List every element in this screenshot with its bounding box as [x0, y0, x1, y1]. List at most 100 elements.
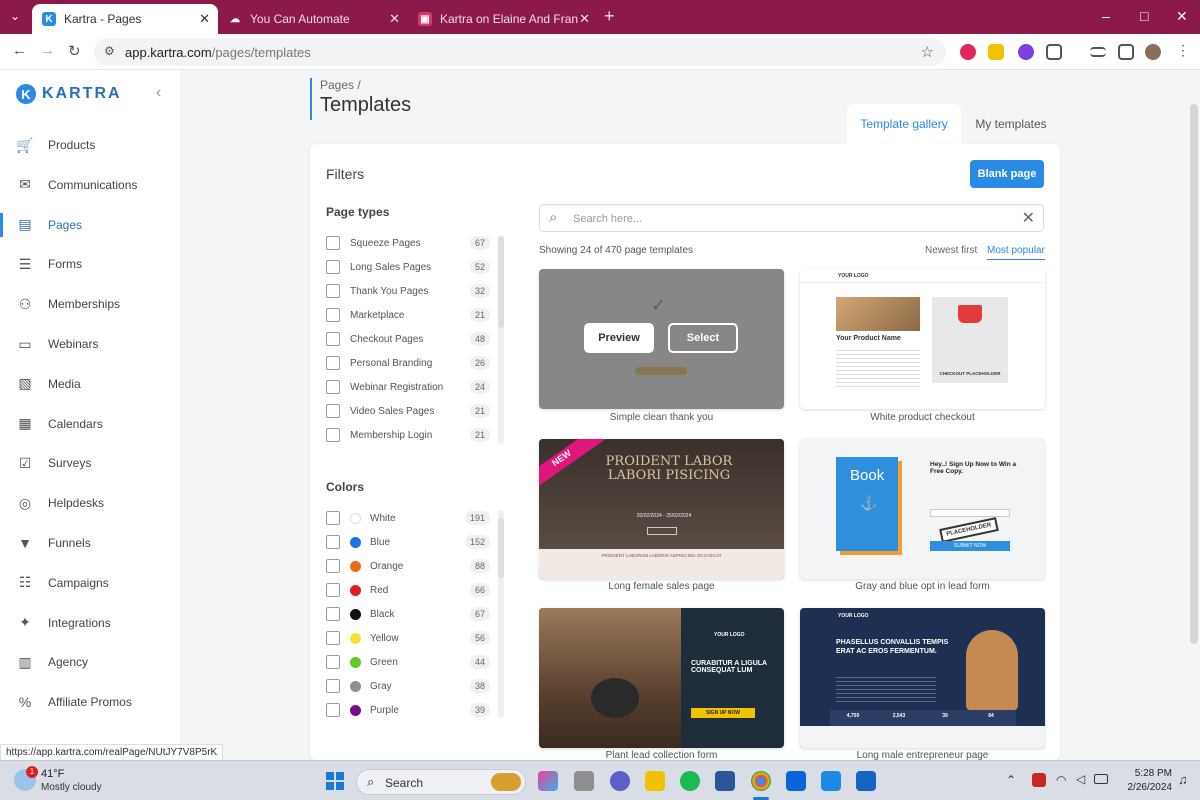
- clear-search-icon[interactable]: ✕: [1022, 208, 1035, 228]
- template-card-simple-clean-thank-you[interactable]: ✓ Preview Select: [539, 269, 784, 409]
- windows-start-icon[interactable]: [326, 772, 344, 790]
- page-types-scrollbar[interactable]: [498, 236, 504, 444]
- chrome-icon[interactable]: [751, 771, 771, 791]
- filter-color[interactable]: Purple 39: [326, 701, 490, 719]
- media-controls-icon[interactable]: [1090, 47, 1106, 57]
- calculator-icon[interactable]: [821, 771, 841, 791]
- filter-checkbox[interactable]: [326, 535, 340, 549]
- extensions-puzzle-icon[interactable]: [1046, 44, 1062, 60]
- filter-checkbox[interactable]: [326, 284, 340, 298]
- filter-checkbox[interactable]: [326, 631, 340, 645]
- sidebar-item-media[interactable]: ▧ Media: [0, 370, 180, 398]
- security-tray-icon[interactable]: [1032, 773, 1046, 787]
- filter-checkbox[interactable]: [326, 703, 340, 717]
- taskbar-search-box[interactable]: ⌕ Search: [356, 769, 526, 795]
- filter-page-type[interactable]: Thank You Pages 32: [326, 282, 490, 300]
- filter-color[interactable]: Blue 152: [326, 533, 490, 551]
- filter-checkbox[interactable]: [326, 404, 340, 418]
- show-hidden-icons-icon[interactable]: ⌃: [1006, 773, 1016, 787]
- filter-checkbox[interactable]: [326, 236, 340, 250]
- tab-list-dropdown-icon[interactable]: ⌄: [10, 9, 20, 23]
- template-search-input[interactable]: ⌕ Search here... ✕: [539, 204, 1044, 232]
- filter-checkbox[interactable]: [326, 308, 340, 322]
- weather-description[interactable]: Mostly cloudy: [41, 782, 102, 793]
- tab-trello[interactable]: ▣ Kartra on Elaine And Fran | Trell ✕: [408, 4, 598, 34]
- sidebar-item-pages[interactable]: ▤ Pages: [0, 211, 180, 239]
- filter-color[interactable]: Black 67: [326, 605, 490, 623]
- filter-page-type[interactable]: Squeeze Pages 67: [326, 234, 490, 252]
- tab-template-gallery[interactable]: Template gallery: [847, 104, 961, 144]
- blank-page-button[interactable]: Blank page: [970, 160, 1044, 188]
- sidebar-item-forms[interactable]: ☰ Forms: [0, 250, 180, 278]
- teams-meet-icon[interactable]: [610, 771, 630, 791]
- tab-my-templates[interactable]: My templates: [961, 104, 1061, 144]
- weather-temp[interactable]: 41°F: [41, 768, 64, 780]
- filter-page-type[interactable]: Membership Login 21: [326, 426, 490, 444]
- template-card-long-female-sales-page[interactable]: NEW PROIDENT LABOR LABORI PISICING 20/02…: [539, 439, 784, 579]
- page-scrollbar-thumb[interactable]: [1190, 104, 1198, 644]
- filter-checkbox[interactable]: [326, 380, 340, 394]
- tab-you-can-automate[interactable]: ☁ You Can Automate ✕: [218, 4, 408, 34]
- sort-most-popular[interactable]: Most popular: [987, 245, 1045, 260]
- sidebar-item-campaigns[interactable]: ☷ Campaigns: [0, 569, 180, 597]
- battery-icon[interactable]: [1094, 774, 1108, 784]
- new-tab-icon[interactable]: +: [604, 6, 615, 27]
- wifi-icon[interactable]: ◠: [1056, 773, 1066, 787]
- close-tab-icon[interactable]: ✕: [199, 11, 210, 27]
- extension-badge-icon[interactable]: [1018, 44, 1034, 60]
- filter-color[interactable]: White 191: [326, 509, 490, 527]
- filter-color[interactable]: Orange 88: [326, 557, 490, 575]
- sidebar-item-helpdesks[interactable]: ◎ Helpdesks: [0, 489, 180, 517]
- minimize-icon[interactable]: –: [1102, 8, 1110, 24]
- task-view-icon[interactable]: [574, 771, 594, 791]
- sidebar-item-affiliate-promos[interactable]: % Affiliate Promos: [0, 688, 180, 716]
- filter-checkbox[interactable]: [326, 356, 340, 370]
- filter-checkbox[interactable]: [326, 559, 340, 573]
- notifications-bell-icon[interactable]: ♫: [1178, 772, 1188, 787]
- kartra-logo[interactable]: K KARTRA: [16, 84, 122, 104]
- filter-color[interactable]: Yellow 56: [326, 629, 490, 647]
- filter-color[interactable]: Gray 38: [326, 677, 490, 695]
- forward-icon[interactable]: →: [40, 42, 55, 59]
- sidebar-item-agency[interactable]: ▥ Agency: [0, 648, 180, 676]
- back-icon[interactable]: ←: [12, 42, 27, 59]
- close-window-icon[interactable]: ✕: [1176, 8, 1188, 25]
- close-tab-icon[interactable]: ✕: [389, 11, 400, 27]
- filter-page-type[interactable]: Webinar Registration 24: [326, 378, 490, 396]
- sidebar-item-funnels[interactable]: ▼ Funnels: [0, 529, 180, 557]
- sidebar-item-calendars[interactable]: ▦ Calendars: [0, 410, 180, 438]
- volume-icon[interactable]: ◁: [1076, 772, 1085, 786]
- reload-icon[interactable]: ↻: [68, 42, 81, 60]
- filter-color[interactable]: Red 66: [326, 581, 490, 599]
- outlook-icon[interactable]: [786, 771, 806, 791]
- preview-button[interactable]: Preview: [584, 323, 654, 353]
- filter-checkbox[interactable]: [326, 332, 340, 346]
- app-icon[interactable]: [856, 771, 876, 791]
- sidebar-item-products[interactable]: 🛒 Products: [0, 131, 180, 159]
- filter-checkbox[interactable]: [326, 655, 340, 669]
- scrollbar-thumb[interactable]: [498, 236, 504, 328]
- taskbar-date[interactable]: 2/26/2024: [1114, 782, 1173, 793]
- template-card-plant-lead-collection[interactable]: YOUR LOGO CURABITUR A LIGULA CONSEQUAT L…: [539, 608, 784, 748]
- address-bar[interactable]: ⚙ app.kartra.com/pages/templates ☆: [94, 38, 946, 66]
- filter-color[interactable]: Green 44: [326, 653, 490, 671]
- select-button[interactable]: Select: [668, 323, 738, 353]
- filter-page-type[interactable]: Long Sales Pages 52: [326, 258, 490, 276]
- word-icon[interactable]: [715, 771, 735, 791]
- maximize-icon[interactable]: □: [1140, 8, 1148, 24]
- profile-avatar[interactable]: [1145, 44, 1161, 60]
- filter-page-type[interactable]: Checkout Pages 48: [326, 330, 490, 348]
- file-explorer-icon[interactable]: [645, 771, 665, 791]
- sidebar-item-integrations[interactable]: ✦ Integrations: [0, 609, 180, 637]
- collapse-sidebar-icon[interactable]: ‹: [156, 84, 161, 102]
- taskbar-time[interactable]: 5:28 PM: [1124, 768, 1172, 779]
- sidebar-item-memberships[interactable]: ⚇ Memberships: [0, 290, 180, 318]
- browser-menu-icon[interactable]: ⋮: [1176, 42, 1190, 59]
- sidebar-item-webinars[interactable]: ▭ Webinars: [0, 330, 180, 358]
- pinterest-extension-icon[interactable]: [960, 44, 976, 60]
- colors-scrollbar[interactable]: [498, 510, 504, 718]
- filter-checkbox[interactable]: [326, 428, 340, 442]
- filter-checkbox[interactable]: [326, 260, 340, 274]
- filter-checkbox[interactable]: [326, 583, 340, 597]
- breadcrumb-parent[interactable]: Pages /: [320, 78, 411, 92]
